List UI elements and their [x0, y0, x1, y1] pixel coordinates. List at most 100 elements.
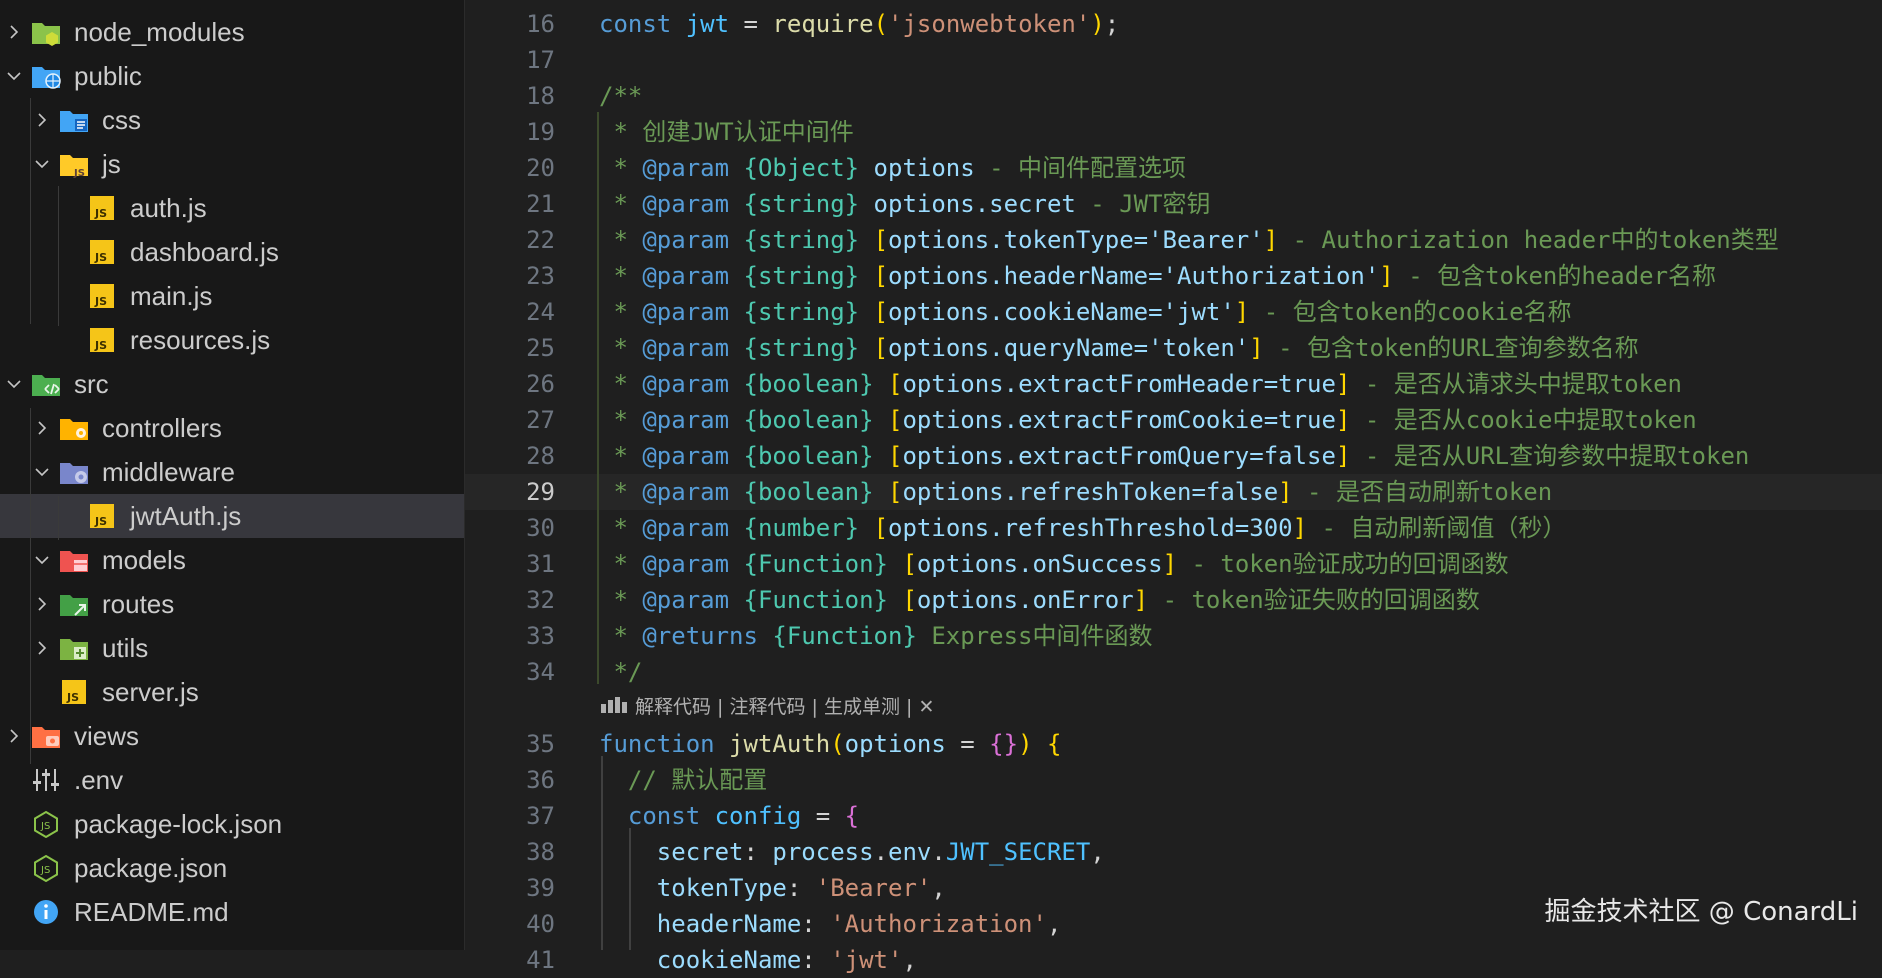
tree-item-models[interactable]: models	[0, 538, 464, 582]
tree-item-node-modules[interactable]: node_modules	[0, 10, 464, 54]
code-line[interactable]: 35 function jwtAuth(options = {}) {	[465, 726, 1882, 762]
code-line[interactable]: 41 cookieName: 'jwt',	[465, 942, 1882, 978]
chevron-down-icon[interactable]	[28, 450, 56, 494]
tree-item-css[interactable]: css	[0, 98, 464, 142]
code-line[interactable]: 22 * @param {string} [options.tokenType=…	[465, 222, 1882, 258]
code-token: {	[844, 802, 860, 830]
code-token: :	[801, 910, 831, 938]
tree-item-public[interactable]: public	[0, 54, 464, 98]
code-token: options.onError	[916, 586, 1134, 614]
code-line[interactable]: 31 * @param {Function} [options.onSucces…	[465, 546, 1882, 582]
code-editor[interactable]: 16 const jwt = require('jsonwebtoken'); 17…	[465, 0, 1882, 974]
code-token: @param	[642, 298, 730, 326]
code-line[interactable]: 38 secret: process.env.JWT_SECRET,	[465, 834, 1882, 870]
tree-item-js[interactable]: JS js	[0, 142, 464, 186]
code-line[interactable]: 23 * @param {string} [options.headerName…	[465, 258, 1882, 294]
tree-item-label: models	[102, 544, 186, 575]
code-line[interactable]: 30 * @param {number} [options.refreshThr…	[465, 510, 1882, 546]
tree-item-views[interactable]: views	[0, 714, 464, 758]
code-token: 'jwt'	[830, 946, 903, 974]
tree-item-controllers[interactable]: controllers	[0, 406, 464, 450]
tree-item-readme-md[interactable]: README.md	[0, 890, 464, 934]
code-line[interactable]: 21 * @param {string} options.secret - JW…	[465, 186, 1882, 222]
folder-middleware-icon	[56, 456, 92, 488]
chevron-right-icon[interactable]	[0, 714, 28, 758]
code-line[interactable]: 17	[465, 42, 1882, 78]
folder-models-icon	[56, 544, 92, 576]
code-text: headerName: 'Authorization',	[599, 906, 1062, 942]
code-line[interactable]: 26 * @param {boolean} [options.extractFr…	[465, 366, 1882, 402]
code-line[interactable]: 32 * @param {Function} [options.onError]…	[465, 582, 1882, 618]
code-line[interactable]: 33 * @returns {Function} Express中间件函数	[465, 618, 1882, 654]
code-token: - 是否从cookie中提取token	[1350, 406, 1697, 434]
chevron-right-icon[interactable]	[28, 98, 56, 142]
code-line[interactable]: 18 /**	[465, 78, 1882, 114]
code-token: @param	[642, 370, 730, 398]
codelens-action-2[interactable]: 注释代码	[730, 696, 806, 718]
tree-item-auth-js[interactable]: JS auth.js	[0, 186, 464, 230]
tree-item-label: jwtAuth.js	[130, 500, 242, 531]
tree-item-main-js[interactable]: JS main.js	[0, 274, 464, 318]
tree-item-routes[interactable]: routes	[0, 582, 464, 626]
code-line[interactable]: 29 * @param {boolean} [options.refreshTo…	[465, 474, 1882, 510]
code-token: )	[1018, 730, 1033, 758]
code-token: - JWT密钥	[1075, 190, 1211, 218]
tree-item-middleware[interactable]: middleware	[0, 450, 464, 494]
code-line[interactable]: 16 const jwt = require('jsonwebtoken');	[465, 6, 1882, 42]
code-token: @param	[642, 190, 730, 218]
js-file-icon: JS	[84, 500, 120, 532]
code-token: - 是否自动刷新token	[1292, 478, 1553, 506]
tree-item-label: controllers	[102, 412, 222, 443]
chevron-right-icon[interactable]	[28, 406, 56, 450]
code-line[interactable]: 20 * @param {Object} options - 中间件配置选项	[465, 150, 1882, 186]
codelens-action-1[interactable]: 解释代码	[635, 696, 711, 718]
code-token: @param	[642, 406, 730, 434]
folder-utils-icon	[56, 632, 92, 664]
code-token: *	[599, 478, 643, 506]
code-line[interactable]: 27 * @param {boolean} [options.extractFr…	[465, 402, 1882, 438]
tree-item-package-lock-json[interactable]: JS package-lock.json	[0, 802, 464, 846]
code-token: [	[873, 226, 889, 254]
code-token: (	[830, 730, 845, 758]
code-token: @param	[642, 226, 730, 254]
chevron-right-icon[interactable]	[0, 10, 28, 54]
code-line[interactable]: 34 */	[465, 654, 1882, 690]
tree-item-src[interactable]: src	[0, 362, 464, 406]
chevron-right-icon[interactable]	[28, 582, 56, 626]
code-line[interactable]: 28 * @param {boolean} [options.extractFr…	[465, 438, 1882, 474]
code-token: options.extractFromCookie=true	[902, 406, 1336, 434]
line-number: 17	[526, 46, 555, 74]
indent-guide-2	[629, 828, 631, 950]
code-line[interactable]: 24 * @param {string} [options.cookieName…	[465, 294, 1882, 330]
chevron-down-icon[interactable]	[0, 54, 28, 98]
tree-item-utils[interactable]: utils	[0, 626, 464, 670]
code-token: =	[729, 10, 773, 38]
close-icon[interactable]: ✕	[919, 696, 935, 718]
chevron-down-icon[interactable]	[0, 362, 28, 406]
chevron-down-icon[interactable]	[28, 142, 56, 186]
code-line[interactable]: 36 // 默认配置	[465, 762, 1882, 798]
tree-item-jwtauth-js[interactable]: JS jwtAuth.js	[0, 494, 464, 538]
code-text: * @param {string} [options.queryName='to…	[599, 330, 1639, 366]
tree-item-dashboard-js[interactable]: JS dashboard.js	[0, 230, 464, 274]
code-line[interactable]: 25 * @param {string} [options.queryName=…	[465, 330, 1882, 366]
codelens-action-3[interactable]: 生成单测	[824, 696, 900, 718]
code-token: - 包含token的URL查询参数名称	[1263, 334, 1639, 362]
code-line[interactable]: 19 * 创建JWT认证中间件	[465, 114, 1882, 150]
folder-css-icon	[56, 104, 92, 136]
tree-item-env[interactable]: .env	[0, 758, 464, 802]
code-line[interactable]: 37 const config = {	[465, 798, 1882, 834]
tree-item-server-js[interactable]: JS server.js	[0, 670, 464, 714]
chevron-right-icon[interactable]	[28, 626, 56, 670]
code-text: const jwt = require('jsonwebtoken');	[599, 6, 1119, 42]
chevron-down-icon[interactable]	[28, 538, 56, 582]
line-number: 31	[526, 550, 555, 578]
code-token: {boolean}	[743, 478, 874, 506]
tree-item-resources-js[interactable]: JS resources.js	[0, 318, 464, 362]
tree-item-package-json[interactable]: JS package.json	[0, 846, 464, 890]
